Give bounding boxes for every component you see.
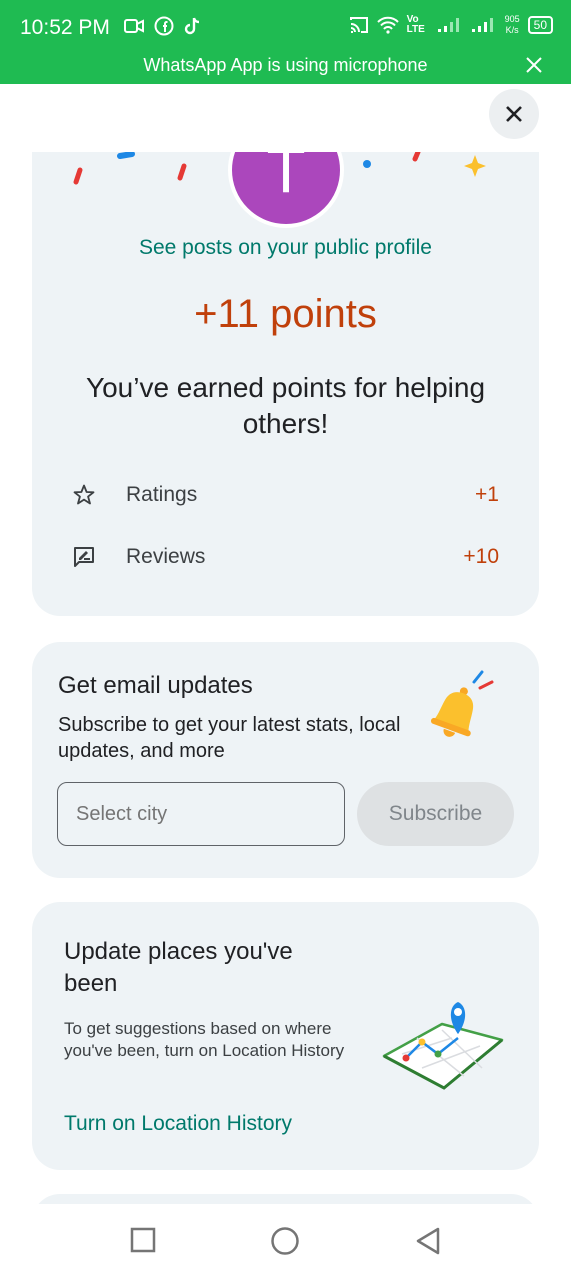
next-card-partial	[32, 1194, 539, 1204]
video-call-icon	[124, 19, 144, 33]
see-posts-link[interactable]: See posts on your public profile	[32, 236, 539, 260]
turn-on-location-history-link[interactable]: Turn on Location History	[64, 1112, 292, 1136]
back-triangle-icon[interactable]	[414, 1226, 442, 1256]
email-updates-title: Get email updates	[58, 672, 253, 699]
star-outline-icon	[73, 484, 95, 505]
select-city-input[interactable]	[57, 782, 345, 846]
wifi-icon	[376, 16, 399, 34]
map-pin-icon	[382, 1002, 504, 1090]
status-app-icons	[124, 16, 202, 36]
ratings-label: Ratings	[126, 483, 198, 506]
email-updates-description: Subscribe to get your latest stats, loca…	[58, 714, 401, 762]
battery-indicator: 50	[527, 16, 553, 34]
close-icon	[506, 106, 522, 122]
scroll-content[interactable]: T See posts on your public profile +11 p…	[0, 152, 571, 1204]
facebook-icon	[154, 16, 174, 36]
email-updates-card: Get email updates Subscribe to get your …	[32, 642, 539, 878]
tiktok-icon	[184, 17, 200, 35]
system-nav-bar	[0, 1204, 571, 1280]
ratings-value: +1	[475, 483, 499, 506]
points-earned: +11 points	[194, 292, 377, 336]
signal-icon-2	[471, 18, 493, 32]
subscribe-button[interactable]: Subscribe	[357, 782, 514, 846]
status-bar: 10:52 PM Vo LTE 905 K/s 50 WhatsApp App …	[0, 0, 571, 84]
reviews-row: Reviews +10	[72, 540, 499, 574]
network-type-label: Vo LTE	[406, 14, 425, 35]
earned-message: You’ve earned points for helping others!	[85, 372, 486, 439]
status-time: 10:52 PM	[20, 16, 110, 39]
bell-icon	[430, 670, 494, 737]
close-button[interactable]	[489, 89, 539, 139]
recents-square-icon[interactable]	[129, 1226, 157, 1254]
microphone-banner[interactable]: WhatsApp App is using microphone	[0, 55, 571, 76]
net-speed: 905 K/s	[505, 14, 520, 36]
update-places-description: To get suggestions based on where you've…	[64, 1019, 345, 1060]
net-speed-value: 905	[504, 14, 520, 24]
status-right-icons: Vo LTE 905 K/s 50	[349, 14, 553, 36]
update-places-title: Update places you've been	[64, 938, 293, 997]
reviews-value: +10	[463, 545, 499, 568]
home-circle-icon[interactable]	[270, 1226, 300, 1256]
review-icon	[74, 547, 94, 567]
update-places-card: Update places you've been To get suggest…	[32, 902, 539, 1170]
net-speed-unit: K/s	[505, 25, 519, 35]
ratings-row: Ratings +1	[72, 478, 499, 512]
points-card: T See posts on your public profile +11 p…	[32, 152, 539, 616]
cast-icon	[349, 17, 368, 33]
banner-close-icon[interactable]	[525, 54, 543, 80]
signal-icon-1	[437, 18, 459, 32]
reviews-label: Reviews	[126, 545, 206, 568]
